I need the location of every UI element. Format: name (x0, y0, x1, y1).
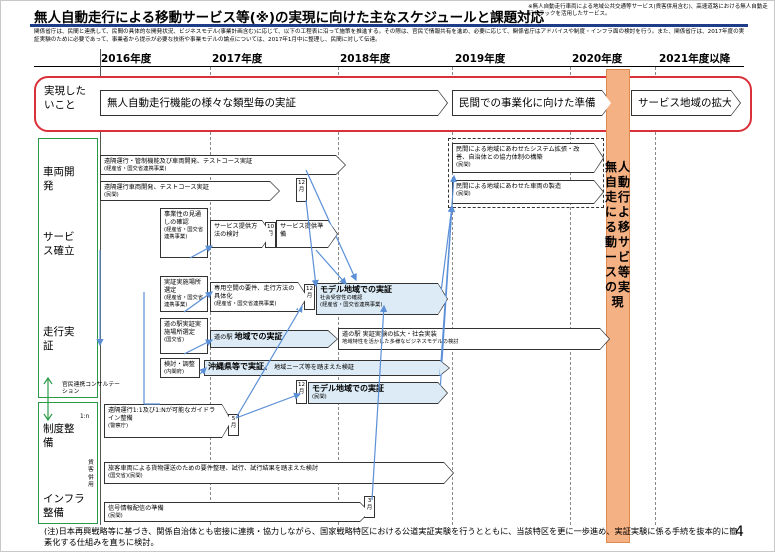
connector-arrow (235, 392, 302, 419)
connector-arrow (305, 199, 319, 288)
page-number: 4 (735, 524, 744, 540)
connector-arrow (235, 304, 303, 419)
connector-arrow (199, 367, 207, 375)
connector-layer (43, 169, 458, 501)
connector-arrow (315, 249, 347, 285)
footnote: (注)日本再興戦略等に基づき、関係自治体とも密接に連携・協力しながら、国家戦略特… (44, 526, 738, 547)
connector-arrow (183, 339, 214, 355)
connector-arrow (189, 245, 214, 259)
connector-arrow (183, 291, 213, 313)
connector-arrow (371, 304, 388, 501)
